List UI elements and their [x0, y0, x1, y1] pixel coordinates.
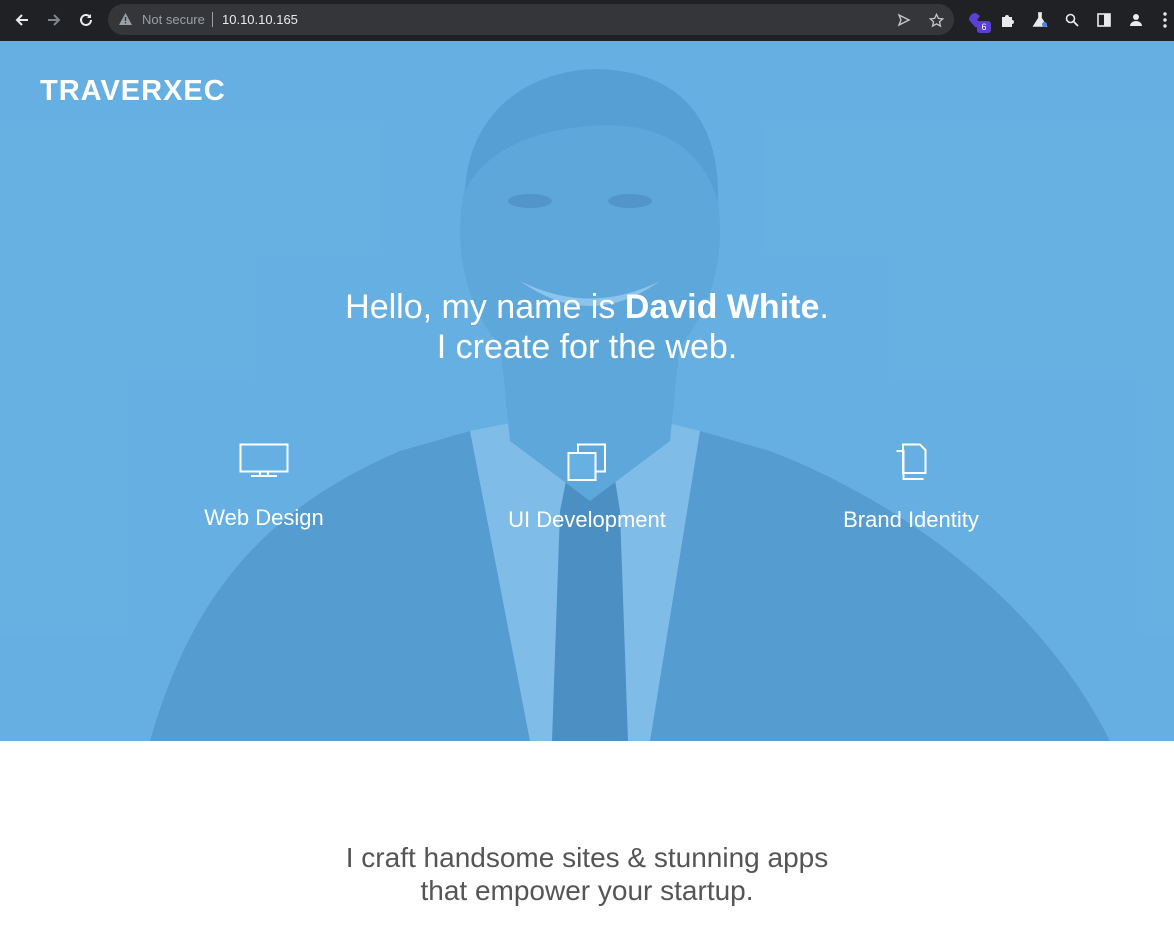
- side-panel-button[interactable]: [1092, 8, 1116, 32]
- lab-flask-icon: [1032, 12, 1048, 27]
- reload-icon: [80, 13, 92, 26]
- extension-badge: 6: [977, 21, 991, 33]
- back-arrow-icon: [15, 14, 28, 26]
- lab-button[interactable]: [1028, 8, 1052, 32]
- address-bar[interactable]: Not secure 10.10.10.165: [108, 4, 954, 35]
- star-icon: [928, 12, 944, 27]
- search-icon: [1065, 13, 1079, 27]
- site-logo[interactable]: TRAVERXEC: [40, 75, 226, 108]
- service-label: Brand Identity: [843, 507, 979, 532]
- sidepanel-icon: [1097, 13, 1111, 27]
- tagline-line-2: that empower your startup.: [420, 875, 754, 906]
- greeting-text: Hello, my name is: [345, 288, 625, 326]
- forward-button[interactable]: [41, 7, 67, 33]
- about-tagline: I craft handsome sites & stunning apps t…: [0, 841, 1174, 907]
- puzzle-icon: [1002, 15, 1014, 27]
- service-ui-development: UI Development: [457, 443, 717, 533]
- bookmark-button[interactable]: [927, 11, 945, 29]
- back-button[interactable]: [9, 7, 35, 33]
- profile-button[interactable]: [1124, 8, 1148, 32]
- documents-icon: [896, 443, 927, 480]
- service-label: Web Design: [204, 505, 324, 530]
- reload-button[interactable]: [73, 7, 99, 33]
- profile-icon: [1130, 14, 1142, 26]
- warning-icon[interactable]: [118, 12, 133, 26]
- security-label[interactable]: Not secure: [142, 12, 205, 27]
- menu-button[interactable]: [1157, 8, 1173, 32]
- hero-subtitle: I create for the web.: [436, 328, 738, 366]
- forward-arrow-icon: [48, 14, 61, 26]
- stacked-windows-icon: [567, 443, 606, 481]
- greeting-period: .: [819, 288, 829, 326]
- extensions-button[interactable]: [996, 8, 1020, 32]
- service-web-design: Web Design: [134, 443, 394, 531]
- hero-overlay: [0, 41, 1174, 741]
- hero-headline: Hello, my name is David White. I create …: [0, 287, 1174, 367]
- kebab-menu-icon: [1163, 12, 1167, 28]
- browser-toolbar: Not secure 10.10.10.165 6: [0, 0, 1174, 41]
- send-icon: [897, 13, 911, 27]
- service-label: UI Development: [508, 507, 666, 532]
- person-name: David White: [624, 288, 820, 326]
- service-brand-identity: Brand Identity: [781, 443, 1041, 533]
- hero-section: TRAVERXEC Hello, my name is David White.…: [0, 41, 1174, 741]
- divider: [212, 12, 213, 27]
- zoom-button[interactable]: [1060, 8, 1084, 32]
- send-button[interactable]: [895, 11, 913, 29]
- url-text[interactable]: 10.10.10.165: [222, 12, 298, 27]
- monitor-icon: [239, 443, 289, 477]
- tagline-line-1: I craft handsome sites & stunning apps: [345, 842, 829, 873]
